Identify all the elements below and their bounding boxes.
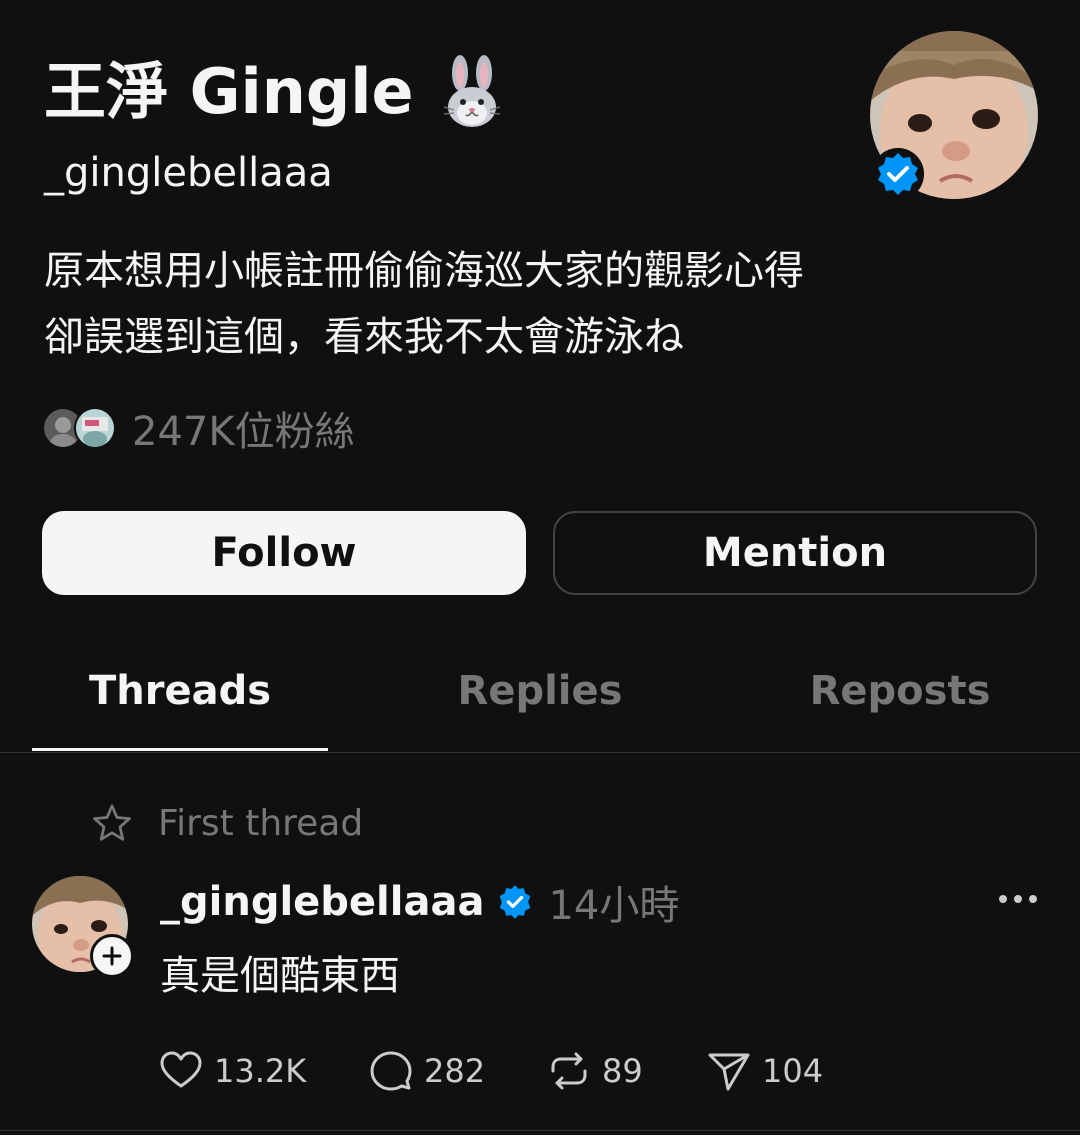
post-divider bbox=[0, 1130, 1080, 1131]
post-body-text: 真是個酷東西 bbox=[160, 953, 400, 999]
comment-icon bbox=[370, 1051, 412, 1091]
repost-icon bbox=[551, 1052, 587, 1090]
post-header: _ginglebellaaa 14小時 bbox=[160, 874, 679, 930]
rabbit-face-icon bbox=[443, 55, 500, 127]
tabs-divider bbox=[0, 752, 1080, 753]
active-tab-indicator bbox=[32, 748, 328, 751]
followers-link[interactable]: 247K位粉絲 bbox=[42, 400, 355, 456]
followers-count: 247K位粉絲 bbox=[132, 409, 355, 455]
reply-button[interactable]: 282 bbox=[368, 1048, 485, 1094]
tab-replies[interactable]: Replies bbox=[360, 660, 720, 722]
send-icon bbox=[708, 1053, 750, 1091]
mention-button[interactable]: Mention bbox=[553, 511, 1037, 595]
like-button[interactable]: 13.2K bbox=[158, 1048, 306, 1094]
follower-avatar bbox=[74, 407, 116, 449]
profile-display-name-row: 王淨 Gingle bbox=[44, 52, 504, 132]
star-icon bbox=[93, 804, 131, 841]
tab-threads[interactable]: Threads bbox=[0, 660, 360, 722]
reply-count: 282 bbox=[424, 1052, 486, 1090]
follow-plus-button[interactable] bbox=[90, 934, 134, 978]
share-button[interactable]: 104 bbox=[706, 1048, 823, 1094]
profile-bio: 原本想用小帳註冊偷偷海巡大家的觀影心得 卻誤選到這個，看來我不太會游泳ね bbox=[44, 238, 1024, 370]
heart-icon bbox=[160, 1051, 202, 1088]
pinned-thread-label: First thread bbox=[92, 798, 363, 848]
pinned-label-text: First thread bbox=[158, 802, 364, 844]
share-count: 104 bbox=[762, 1052, 824, 1090]
bio-line: 原本想用小帳註冊偷偷海巡大家的觀影心得 bbox=[44, 248, 804, 294]
verified-badge-icon bbox=[500, 885, 531, 919]
like-count: 13.2K bbox=[214, 1052, 307, 1090]
tab-reposts[interactable]: Reposts bbox=[720, 660, 1080, 722]
follow-button[interactable]: Follow bbox=[42, 511, 526, 595]
bio-line: 卻誤選到這個，看來我不太會游泳ね bbox=[44, 314, 684, 360]
plus-icon bbox=[102, 946, 122, 966]
verified-badge-icon bbox=[872, 148, 924, 200]
post-username[interactable]: _ginglebellaaa bbox=[160, 879, 484, 925]
profile-username: _ginglebellaaa bbox=[44, 150, 333, 196]
more-options-icon[interactable] bbox=[996, 884, 1040, 914]
repost-button[interactable]: 89 bbox=[546, 1048, 643, 1094]
profile-display-name: 王淨 Gingle bbox=[44, 55, 414, 128]
post-timestamp: 14小時 bbox=[548, 883, 680, 929]
repost-count: 89 bbox=[602, 1052, 643, 1090]
